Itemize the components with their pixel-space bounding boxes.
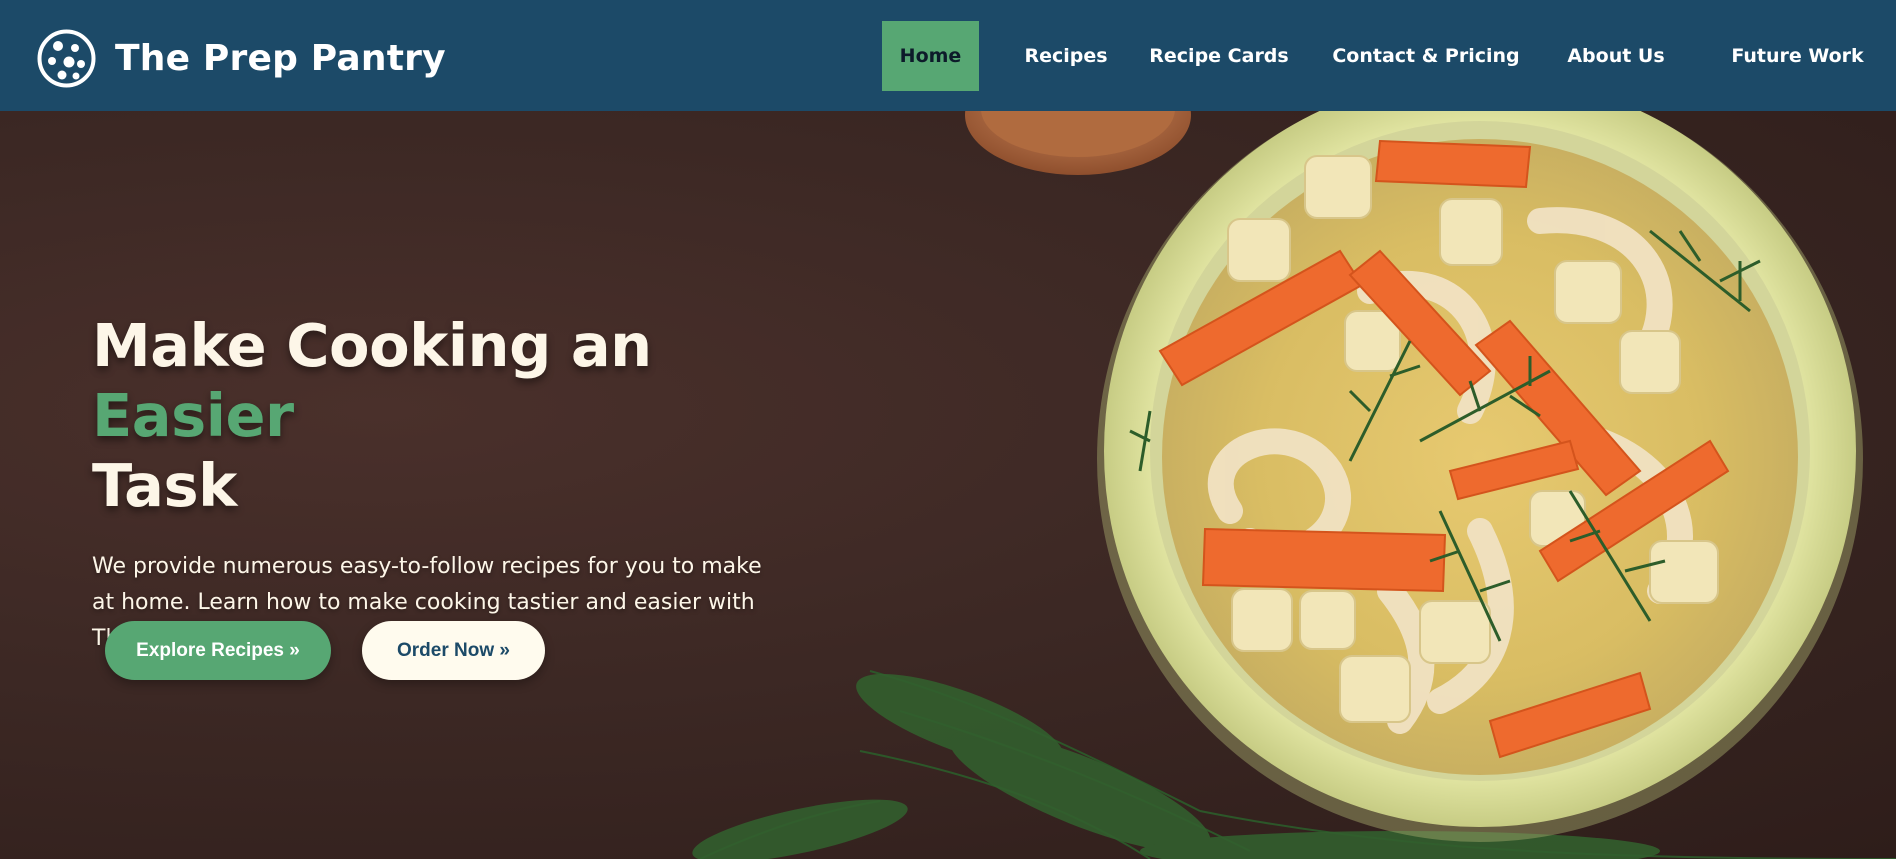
- order-now-button[interactable]: Order Now »: [362, 621, 545, 680]
- nav-contact-pricing[interactable]: Contact & Pricing: [1332, 21, 1519, 91]
- explore-recipes-button[interactable]: Explore Recipes »: [105, 621, 331, 680]
- hero-section: Make Cooking an Easier Task We provide n…: [0, 111, 1896, 859]
- nav-recipes[interactable]: Recipes: [1018, 21, 1114, 91]
- hero-title-accent: Easier: [92, 381, 294, 450]
- nav-recipe-cards[interactable]: Recipe Cards: [1149, 21, 1288, 91]
- hero-copy: Make Cooking an Easier Task We provide n…: [92, 311, 792, 657]
- hero-actions: Explore Recipes » Order Now »: [105, 621, 545, 680]
- nav-future-work[interactable]: Future Work: [1731, 21, 1863, 91]
- brand[interactable]: The Prep Pantry: [36, 28, 446, 89]
- hero-title: Make Cooking an Easier Task: [92, 311, 792, 521]
- cookie-logo-icon: [37, 29, 96, 88]
- hero-title-part1: Make Cooking an: [92, 311, 652, 380]
- brand-name: The Prep Pantry: [115, 37, 446, 79]
- nav-about-us[interactable]: About Us: [1567, 21, 1664, 91]
- nav-home[interactable]: Home: [882, 21, 979, 91]
- main-nav: Home Recipes Recipe Cards Contact & Pric…: [882, 21, 1896, 91]
- hero-title-part2: Task: [92, 451, 237, 520]
- top-navbar: The Prep Pantry Home Recipes Recipe Card…: [0, 0, 1896, 111]
